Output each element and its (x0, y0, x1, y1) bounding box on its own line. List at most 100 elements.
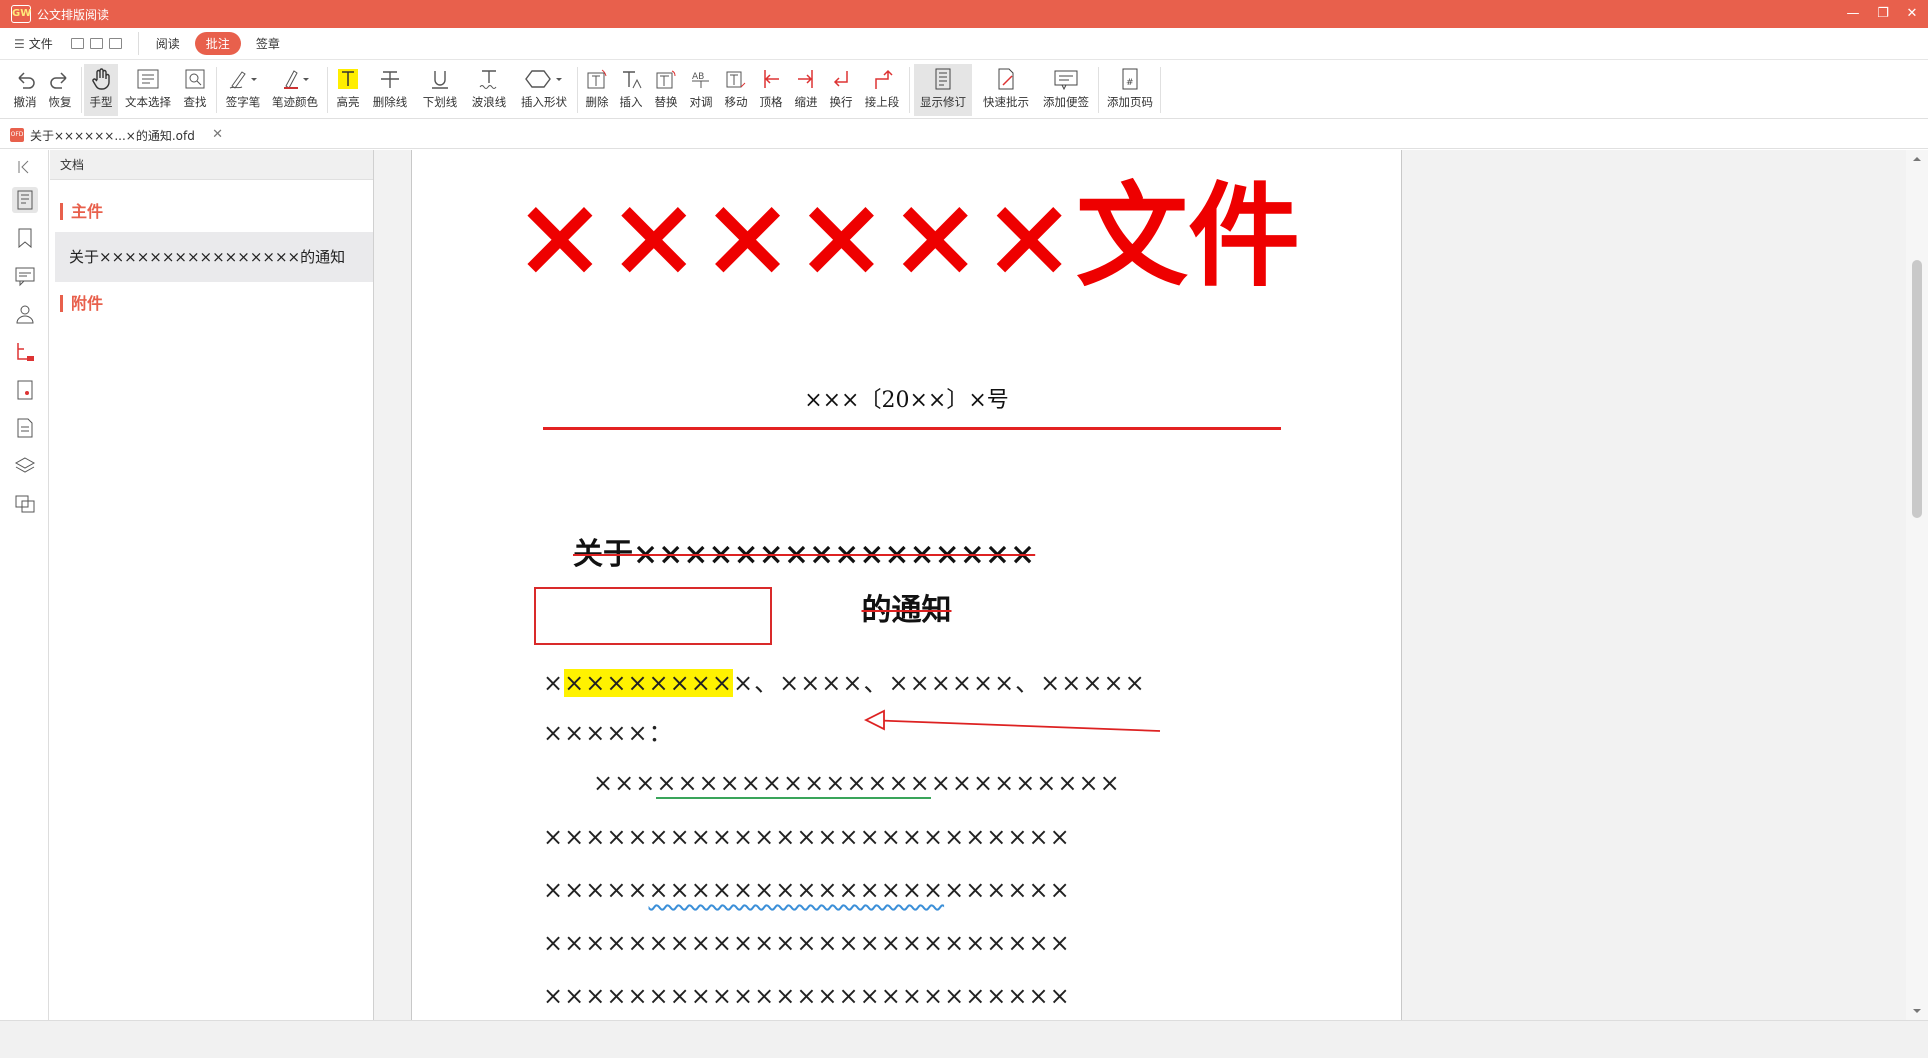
left-icon-strip (0, 150, 49, 1020)
svg-text:#: # (1126, 78, 1134, 88)
align-left-mark-label: 顶格 (759, 95, 783, 109)
replace-mark-button[interactable]: 替换 (651, 64, 681, 116)
find-icon (185, 69, 205, 89)
title-bar: GW 公文排版阅读 — ❐ ✕ (0, 0, 1928, 28)
wavy-underlined-text[interactable]: ×××××××××××××× (649, 876, 945, 904)
align-left-mark-icon (764, 70, 779, 88)
body-text: × (543, 669, 565, 697)
strikethrough-button[interactable]: 删除线 (369, 64, 411, 116)
outline-icon[interactable] (12, 187, 38, 213)
signature-pen-button[interactable]: 签字笔 (222, 64, 264, 116)
insert-shape-label: 插入形状 (521, 95, 567, 109)
menu-bar: ☰ 文件 阅读 批注 签章 (0, 28, 1928, 60)
underline-label: 下划线 (422, 95, 458, 109)
undo-icon (18, 72, 35, 89)
layers-icon[interactable] (12, 453, 38, 479)
hand-tool-label: 手型 (89, 95, 113, 109)
document-tab[interactable]: OFD 关于××××××...×的通知.ofd ✕ (10, 123, 223, 147)
newline-mark-button[interactable]: 换行 (826, 64, 856, 116)
document-icon[interactable] (12, 415, 38, 441)
open-icon[interactable] (70, 38, 84, 49)
vertical-scrollbar[interactable] (1906, 150, 1928, 1020)
document-tab-bar: OFD 关于××××××...×的通知.ofd ✕ (0, 120, 1928, 149)
align-left-mark-button[interactable]: 顶格 (756, 64, 786, 116)
quick-comment-label: 快速批示 (983, 95, 1029, 109)
underline-button[interactable]: 下划线 (419, 64, 461, 116)
annotation-rectangle[interactable] (534, 587, 772, 645)
green-underlined-text[interactable]: ××××××××××××× (656, 769, 931, 799)
body-text: ×××××× (944, 876, 1071, 904)
pen-color-label: 笔迹颜色 (272, 95, 318, 109)
indent-mark-icon (798, 70, 813, 88)
minimize-button[interactable]: — (1838, 0, 1868, 28)
show-revisions-label: 显示修订 (920, 95, 966, 109)
pen-color-icon (284, 70, 309, 89)
find-button[interactable]: 查找 (179, 64, 211, 116)
strikethrough-label: 删除线 (372, 95, 408, 109)
move-mark-button[interactable]: 移动 (721, 64, 751, 116)
highlight-icon (338, 69, 358, 89)
indent-mark-button[interactable]: 缩进 (791, 64, 821, 116)
join-paragraph-icon (875, 69, 893, 89)
copy-pages-icon[interactable] (12, 491, 38, 517)
red-separator-line (543, 427, 1281, 430)
insert-mark-button[interactable]: 插入 (616, 64, 646, 116)
restore-button[interactable]: ❐ (1868, 0, 1898, 28)
save-icon[interactable] (89, 38, 103, 49)
swap-mark-button[interactable]: AB 对调 (686, 64, 716, 116)
attachment-section-heading: 附件 (60, 295, 103, 312)
page-thumbnail-icon[interactable] (12, 377, 38, 403)
file-menu-label: 文件 (28, 37, 53, 51)
page-number-button[interactable]: # 添加页码 (1104, 64, 1156, 116)
highlighted-text[interactable]: ×××××××× (564, 669, 733, 697)
annotation-tree-icon[interactable] (12, 339, 38, 365)
status-bar (0, 1020, 1928, 1058)
document-heading-line1: 关于×××××××××××××××× (573, 537, 1036, 572)
print-icon[interactable] (108, 38, 122, 49)
body-text: ××× (543, 769, 657, 797)
scrollbar-thumb[interactable] (1912, 260, 1922, 518)
undo-button[interactable]: 撤消 (8, 64, 42, 116)
find-label: 查找 (183, 95, 207, 109)
swap-mark-label: 对调 (689, 95, 713, 109)
delete-mark-icon (587, 69, 607, 89)
tab-read[interactable]: 阅读 (145, 32, 191, 55)
sticky-note-button[interactable]: 添加便签 (1040, 64, 1092, 116)
pen-icon (229, 71, 257, 89)
shape-icon (525, 70, 562, 88)
join-paragraph-button[interactable]: 接上段 (861, 64, 903, 116)
move-mark-label: 移动 (724, 95, 748, 109)
document-panel: 文档 主件 关于××××××××××××××××的通知 附件 (50, 150, 374, 1020)
user-icon[interactable] (12, 301, 38, 327)
body-line-3: ××××××××××××××××××××××××× (543, 768, 1287, 799)
collapse-icon[interactable] (12, 154, 38, 180)
show-revisions-button[interactable]: 显示修订 (914, 64, 972, 116)
close-tab-icon[interactable]: ✕ (212, 128, 223, 141)
highlight-button[interactable]: 高亮 (333, 64, 363, 116)
quick-comment-button[interactable]: 快速批示 (980, 64, 1032, 116)
text-select-button[interactable]: 文本选择 (122, 64, 174, 116)
body-text: ×、××××、××××××、××××× (732, 669, 1146, 697)
file-menu[interactable]: ☰ 文件 (14, 35, 53, 52)
main-document-item[interactable]: 关于××××××××××××××××的通知 (55, 232, 373, 282)
body-line-6: ××××××××××××××××××××××××× (543, 929, 1071, 957)
mode-tabs: 阅读 批注 签章 (137, 32, 291, 55)
hand-tool-button[interactable]: 手型 (84, 64, 118, 116)
document-panel-header: 文档 (50, 150, 373, 180)
window-title: 公文排版阅读 (37, 7, 110, 22)
comment-icon[interactable] (12, 263, 38, 289)
body-text: ××××××××× (930, 769, 1121, 797)
hand-icon (92, 68, 110, 90)
delete-mark-button[interactable]: 删除 (582, 64, 612, 116)
wavy-line-button[interactable]: 波浪线 (468, 64, 510, 116)
pen-color-button[interactable]: 笔迹颜色 (269, 64, 321, 116)
sticky-note-label: 添加便签 (1043, 95, 1089, 109)
insert-shape-button[interactable]: 插入形状 (517, 64, 571, 116)
redo-button[interactable]: 恢复 (43, 64, 77, 116)
tab-seal[interactable]: 签章 (245, 32, 291, 55)
tab-annotate[interactable]: 批注 (194, 32, 241, 55)
redo-icon (50, 72, 67, 89)
bookmark-icon[interactable] (12, 225, 38, 251)
swap-mark-icon: AB (692, 72, 709, 88)
close-window-button[interactable]: ✕ (1897, 0, 1927, 28)
